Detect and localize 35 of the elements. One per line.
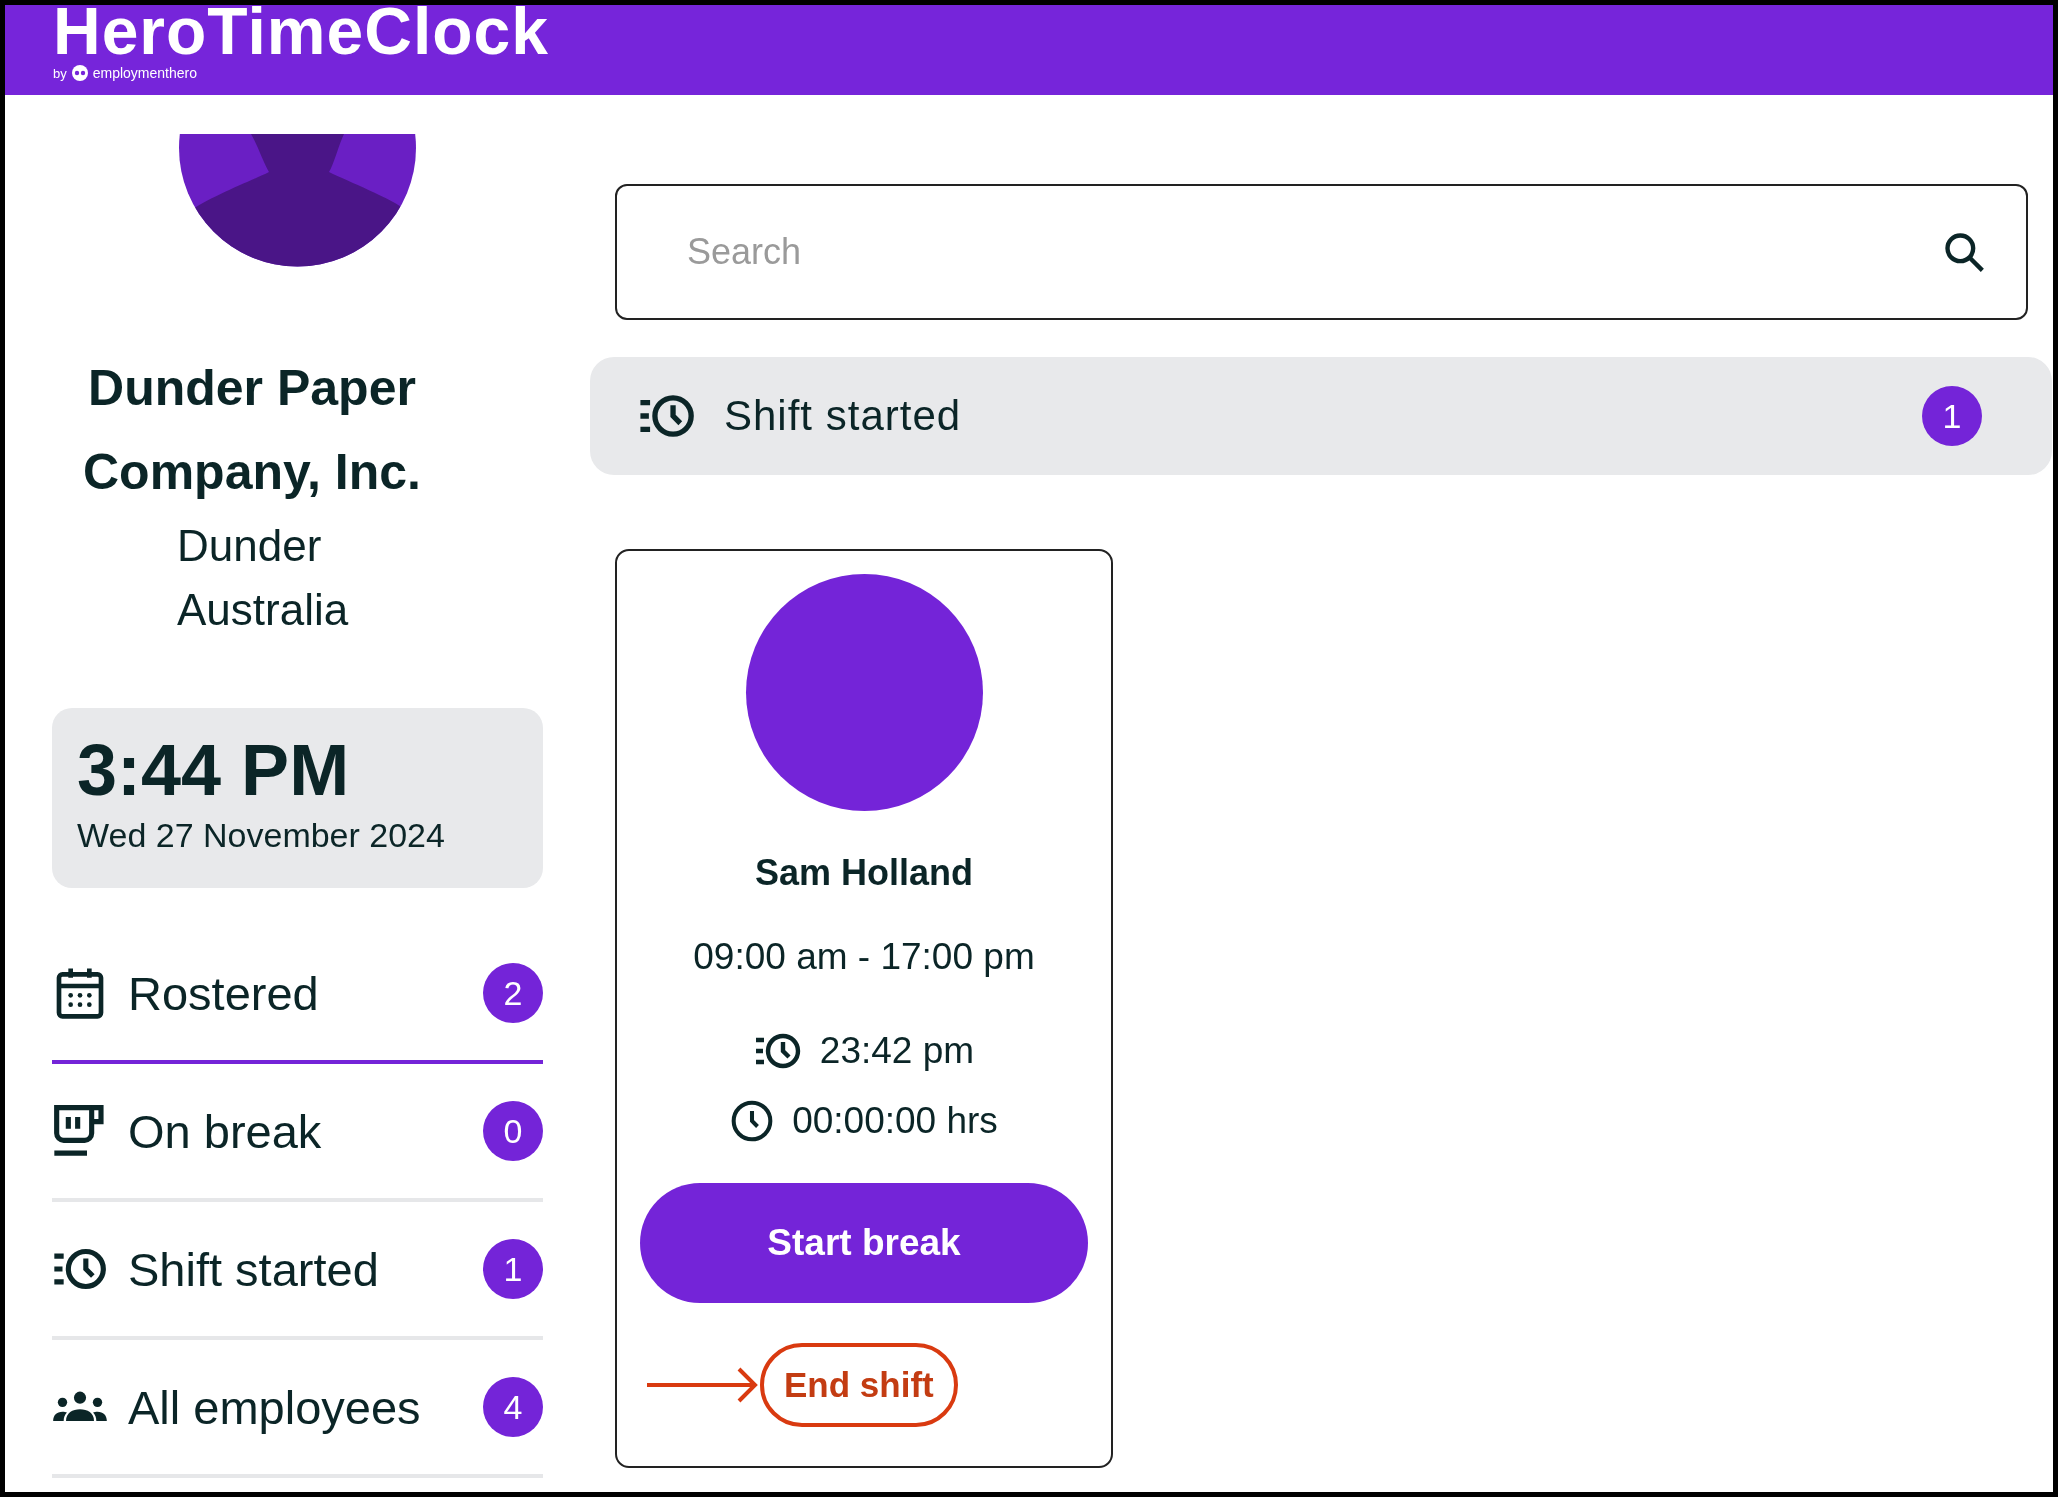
start-break-button[interactable]: Start break [640,1183,1088,1303]
current-time: 3:44 PM [77,729,351,812]
nav-label: Shift started [128,1241,380,1297]
company-name: Dunder Paper [87,359,417,418]
count-badge: 2 [483,963,543,1023]
clock-icon [730,1099,775,1143]
nav-item[interactable]: Shift started 1 [52,1202,543,1340]
nav-label: All employees [128,1379,422,1435]
nav-item[interactable]: All employees 4 [52,1340,543,1478]
count-badge: 0 [483,1101,543,1161]
nav-label: Rostered [128,965,320,1021]
employee-name: Sam Holland [754,851,973,895]
count-badge: 4 [483,1377,543,1437]
nav-item[interactable]: Rostered 2 [52,926,543,1064]
duration-text: 00:00:00 hrs [792,1099,998,1143]
location-text: Dunder [177,520,323,572]
byline-text: by [53,65,67,81]
section-title: Shift started [724,392,963,440]
start-time: 23:42 pm [819,1029,975,1073]
search-icon[interactable] [1942,230,1986,274]
logo-icon [71,65,88,81]
location-text: Australia [177,584,350,636]
current-date: Wed 27 November 2024 [77,815,446,856]
shift-time: 09:00 am - 17:00 pm [693,935,1035,979]
count-badge: 1 [483,1239,543,1299]
company-name: Company, Inc. [82,443,422,502]
brand-name: employmenthero [92,65,197,81]
section-header[interactable]: Shift started 1 [590,357,2052,475]
arrow-icon [647,1365,760,1405]
search-field[interactable]: Search [615,184,2028,320]
app-title: HeroTimeClock [53,5,550,61]
nav-label: On break [128,1103,323,1159]
count-badge: 1 [1922,386,1982,446]
end-shift-button[interactable]: End shift [760,1343,958,1427]
nav-item[interactable]: On break 0 [52,1064,543,1202]
